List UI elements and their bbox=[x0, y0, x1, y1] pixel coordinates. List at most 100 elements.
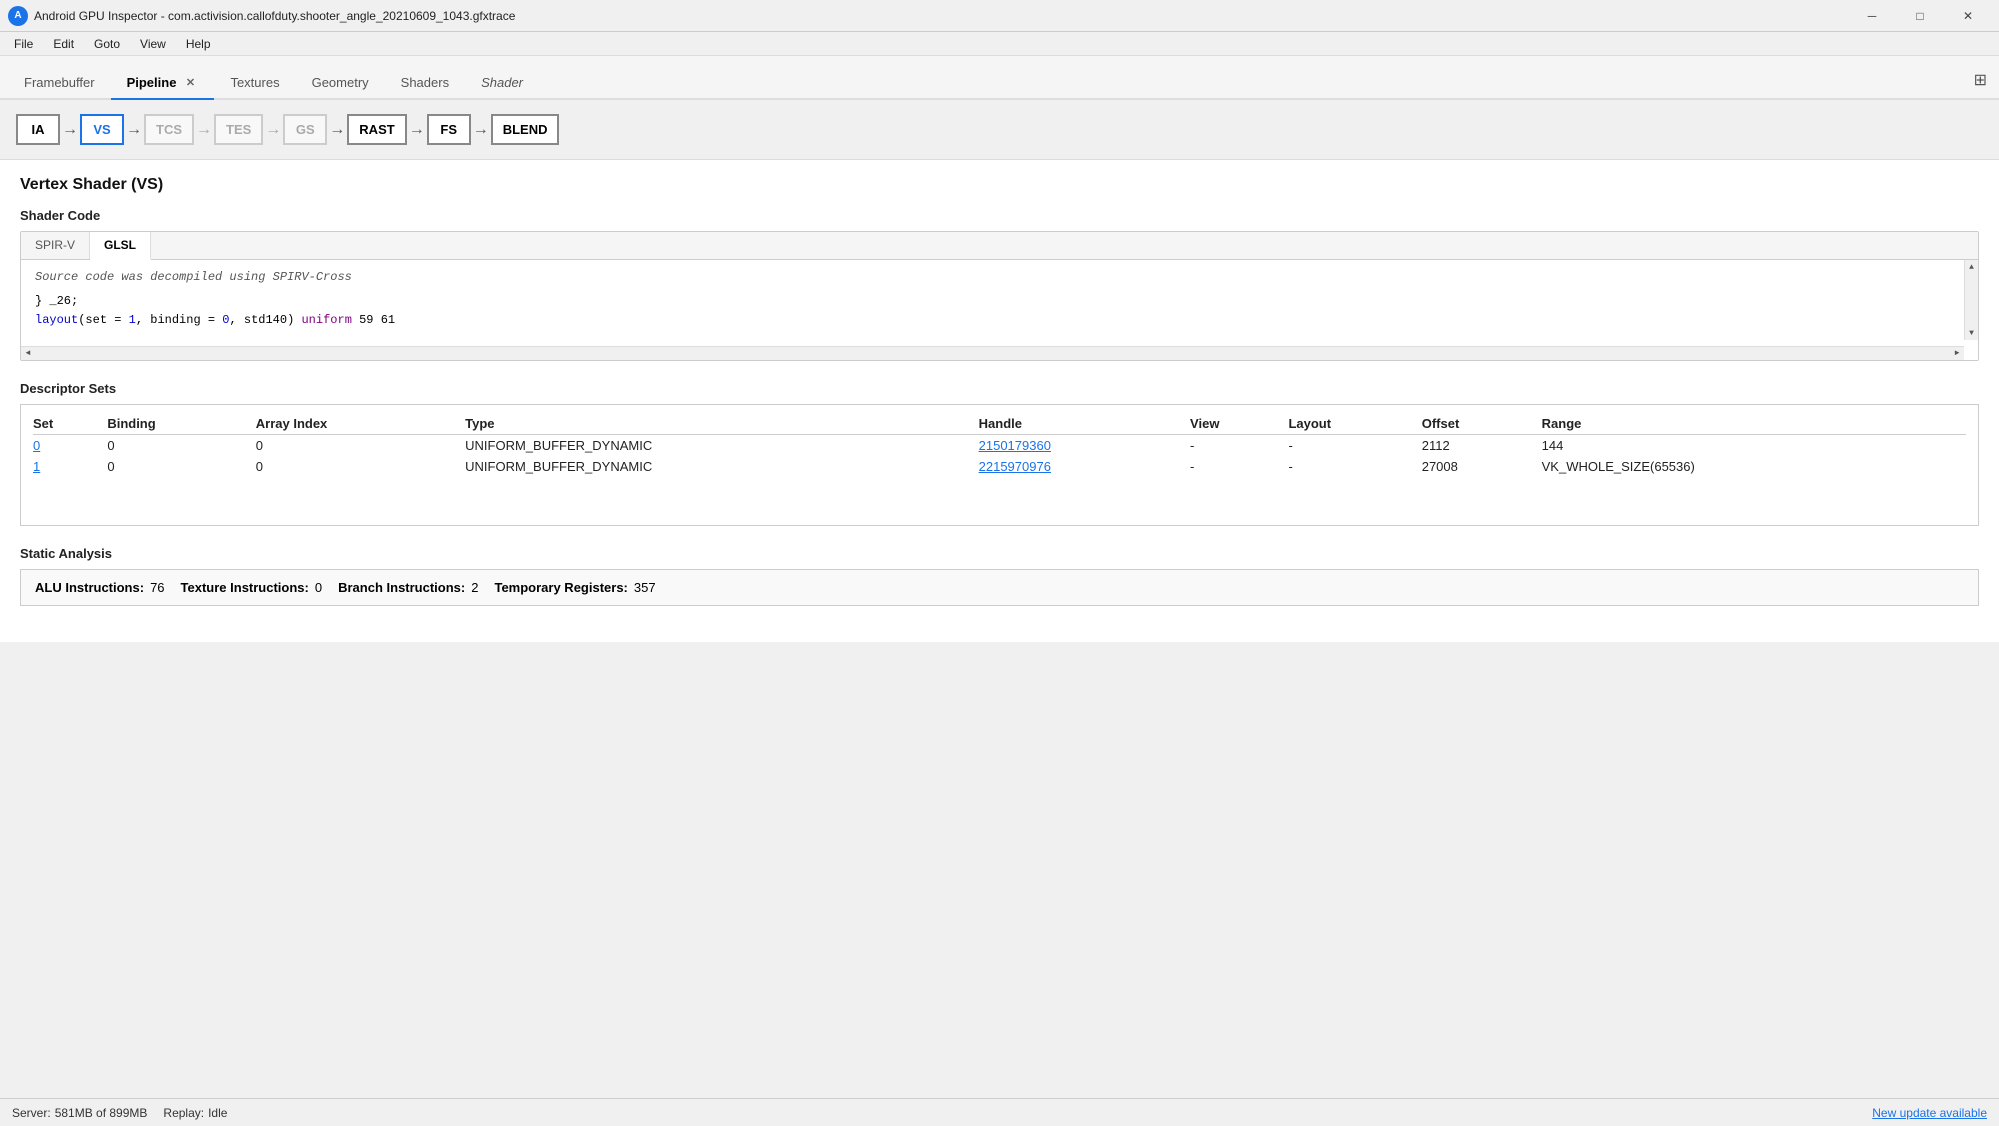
shader-code-title: Shader Code bbox=[20, 208, 1979, 223]
maximize-button[interactable]: □ bbox=[1897, 0, 1943, 32]
descriptor-set-link-0[interactable]: 0 bbox=[33, 438, 40, 453]
descriptor-sets-title: Descriptor Sets bbox=[20, 381, 1979, 396]
stage-vs: VS → bbox=[80, 114, 144, 145]
stage-tcs: TCS → bbox=[144, 114, 214, 145]
scroll-down-button[interactable]: ▼ bbox=[1965, 326, 1979, 340]
code-scrollbar-vertical[interactable]: ▲ ▼ bbox=[1964, 260, 1978, 340]
replay-status: Idle bbox=[208, 1106, 227, 1120]
stat-temp-regs-value: 357 bbox=[634, 580, 656, 595]
descriptor-row-0: 0 0 0 UNIFORM_BUFFER_DYNAMIC 2150179360 … bbox=[33, 435, 1966, 457]
descriptor-sets-section: Descriptor Sets Set Binding Array Index … bbox=[20, 381, 1979, 526]
tab-geometry[interactable]: Geometry bbox=[296, 67, 385, 100]
menu-help[interactable]: Help bbox=[176, 35, 221, 53]
stat-texture-value: 0 bbox=[315, 580, 322, 595]
tab-pipeline-close[interactable]: ✕ bbox=[182, 74, 198, 90]
tab-pipeline[interactable]: Pipeline ✕ bbox=[111, 66, 215, 100]
menu-goto[interactable]: Goto bbox=[84, 35, 130, 53]
descriptor-arrayindex-0: 0 bbox=[256, 435, 465, 457]
stage-gs: GS → bbox=[283, 114, 347, 145]
col-range: Range bbox=[1542, 413, 1966, 435]
descriptor-view-0: - bbox=[1190, 435, 1288, 457]
descriptor-view-1: - bbox=[1190, 456, 1288, 477]
stage-blend: BLEND bbox=[491, 114, 560, 145]
descriptor-arrayindex-1: 0 bbox=[256, 456, 465, 477]
descriptor-layout-0: - bbox=[1288, 435, 1421, 457]
col-set: Set bbox=[33, 413, 107, 435]
col-layout: Layout bbox=[1288, 413, 1421, 435]
titlebar: A Android GPU Inspector - com.activision… bbox=[0, 0, 1999, 32]
arrow-fs-blend: → bbox=[473, 121, 489, 139]
col-offset: Offset bbox=[1422, 413, 1542, 435]
replay-label: Replay: bbox=[163, 1106, 204, 1120]
stage-blend-box[interactable]: BLEND bbox=[491, 114, 560, 145]
descriptor-range-1: VK_WHOLE_SIZE(65536) bbox=[1542, 456, 1966, 477]
shader-code-panel: SPIR-V GLSL Source code was decompiled u… bbox=[20, 231, 1979, 361]
col-binding: Binding bbox=[107, 413, 255, 435]
arrow-rast-fs: → bbox=[409, 121, 425, 139]
arrow-tcs-tes: → bbox=[196, 121, 212, 139]
stage-vs-box[interactable]: VS bbox=[80, 114, 124, 145]
tab-framebuffer[interactable]: Framebuffer bbox=[8, 67, 111, 100]
scroll-up-button[interactable]: ▲ bbox=[1965, 260, 1979, 274]
descriptor-header-row: Set Binding Array Index Type Handle View… bbox=[33, 413, 1966, 435]
update-link[interactable]: New update available bbox=[1872, 1106, 1987, 1120]
descriptor-set-link-1[interactable]: 1 bbox=[33, 459, 40, 474]
server-label: Server: bbox=[12, 1106, 51, 1120]
section-title: Vertex Shader (VS) bbox=[20, 176, 1979, 194]
tab-shader[interactable]: Shader bbox=[465, 67, 539, 100]
arrow-ia-vs: → bbox=[62, 121, 78, 139]
menu-edit[interactable]: Edit bbox=[43, 35, 84, 53]
main-content: Vertex Shader (VS) Shader Code SPIR-V GL… bbox=[0, 160, 1999, 642]
stage-tes-box[interactable]: TES bbox=[214, 114, 263, 145]
descriptor-handle-link-0[interactable]: 2150179360 bbox=[979, 438, 1051, 453]
stage-fs-box[interactable]: FS bbox=[427, 114, 471, 145]
static-analysis-box: ALU Instructions: 76 Texture Instruction… bbox=[20, 569, 1979, 606]
status-replay: Replay: Idle bbox=[163, 1106, 227, 1120]
scroll-right-button[interactable]: ► bbox=[1950, 347, 1964, 361]
col-view: View bbox=[1190, 413, 1288, 435]
descriptor-handle-link-1[interactable]: 2215970976 bbox=[979, 459, 1051, 474]
descriptor-offset-0: 2112 bbox=[1422, 435, 1542, 457]
stage-ia: IA → bbox=[16, 114, 80, 145]
code-line-1: } _26; bbox=[35, 292, 1950, 311]
stage-ia-box[interactable]: IA bbox=[16, 114, 60, 145]
stat-alu-label: ALU Instructions: bbox=[35, 580, 144, 595]
stat-texture: Texture Instructions: 0 bbox=[181, 580, 323, 595]
stat-branch-value: 2 bbox=[471, 580, 478, 595]
code-tab-glsl[interactable]: GLSL bbox=[90, 232, 151, 260]
static-analysis-section: Static Analysis ALU Instructions: 76 Tex… bbox=[20, 546, 1979, 606]
menu-view[interactable]: View bbox=[130, 35, 176, 53]
tab-textures[interactable]: Textures bbox=[214, 67, 295, 100]
arrow-tes-gs: → bbox=[265, 121, 281, 139]
stat-temp-regs-label: Temporary Registers: bbox=[494, 580, 627, 595]
stage-tes: TES → bbox=[214, 114, 283, 145]
descriptor-type-1: UNIFORM_BUFFER_DYNAMIC bbox=[465, 456, 979, 477]
maximize-panel-icon[interactable]: ⊞ bbox=[1974, 70, 1987, 90]
col-type: Type bbox=[465, 413, 979, 435]
server-memory: 581MB of 899MB bbox=[55, 1106, 148, 1120]
code-tab-spirv[interactable]: SPIR-V bbox=[21, 232, 90, 259]
scroll-left-button[interactable]: ◄ bbox=[21, 347, 35, 361]
close-button[interactable]: ✕ bbox=[1945, 0, 1991, 32]
menu-file[interactable]: File bbox=[4, 35, 43, 53]
app-icon: A bbox=[8, 6, 28, 26]
statusbar: Server: 581MB of 899MB Replay: Idle New … bbox=[0, 1098, 1999, 1126]
statusbar-left: Server: 581MB of 899MB Replay: Idle bbox=[12, 1106, 227, 1120]
descriptor-inner: Set Binding Array Index Type Handle View… bbox=[21, 405, 1978, 525]
stat-branch: Branch Instructions: 2 bbox=[338, 580, 478, 595]
minimize-button[interactable]: ─ bbox=[1849, 0, 1895, 32]
code-scrollbar-horizontal[interactable]: ◄ ► bbox=[21, 346, 1964, 360]
code-tabs: SPIR-V GLSL bbox=[21, 232, 1978, 260]
descriptor-binding-1: 0 bbox=[107, 456, 255, 477]
window-controls: ─ □ ✕ bbox=[1849, 0, 1991, 32]
tab-shaders[interactable]: Shaders bbox=[385, 67, 465, 100]
arrow-vs-tcs: → bbox=[126, 121, 142, 139]
stage-tcs-box[interactable]: TCS bbox=[144, 114, 194, 145]
stage-rast-box[interactable]: RAST bbox=[347, 114, 406, 145]
descriptor-container: Set Binding Array Index Type Handle View… bbox=[20, 404, 1979, 526]
window-title: Android GPU Inspector - com.activision.c… bbox=[34, 9, 1849, 23]
descriptor-type-0: UNIFORM_BUFFER_DYNAMIC bbox=[465, 435, 979, 457]
stage-gs-box[interactable]: GS bbox=[283, 114, 327, 145]
menubar: File Edit Goto View Help bbox=[0, 32, 1999, 56]
stage-fs: FS → bbox=[427, 114, 491, 145]
